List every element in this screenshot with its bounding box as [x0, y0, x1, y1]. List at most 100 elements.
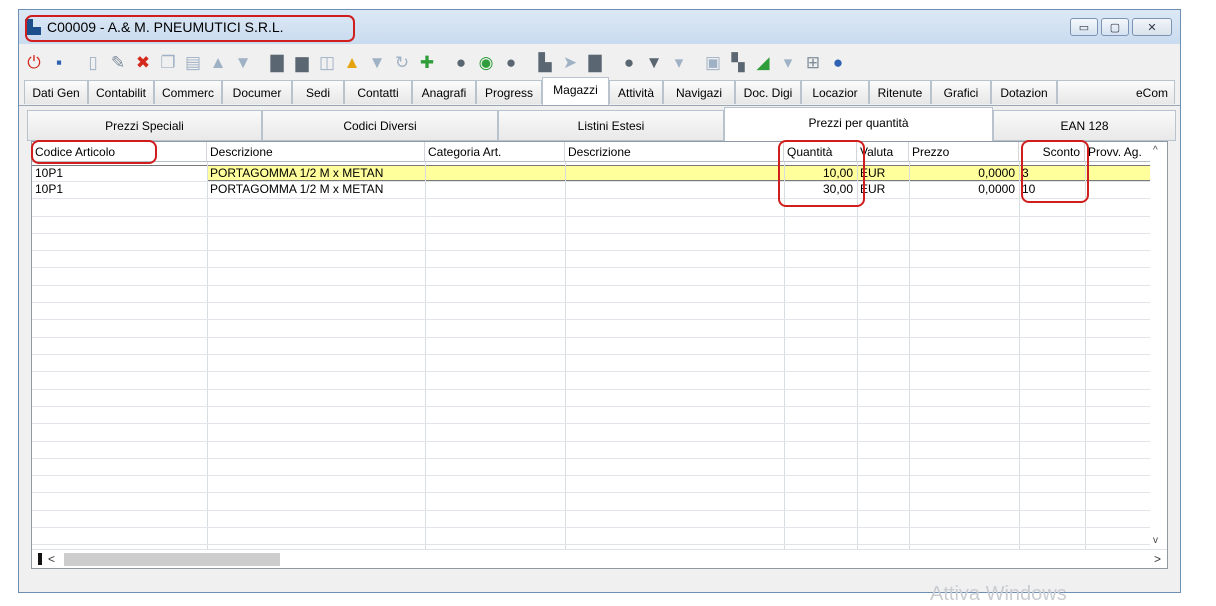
stack-icon[interactable]: ▇ [266, 51, 288, 73]
refresh-icon[interactable]: ↻ [391, 51, 413, 73]
column-header-descrizione[interactable]: Descrizione [207, 142, 425, 162]
tab-magazzino[interactable]: Magazzi [542, 77, 609, 105]
vertical-scrollbar[interactable]: ^ v [1150, 142, 1167, 550]
tab-commerciale[interactable]: Commerc [154, 80, 222, 104]
document-icon[interactable]: ▯ [82, 51, 104, 73]
arrow-down-icon[interactable]: ▼ [232, 51, 254, 73]
tab-doc-digitali[interactable]: Doc. Digi [735, 80, 801, 104]
column-header-provv-ag[interactable]: Provv. Ag. [1085, 142, 1155, 162]
cell-codice-articolo[interactable]: 10P1 [32, 166, 207, 182]
circle-icon[interactable]: ● [450, 51, 472, 73]
column-header-prezzo[interactable]: Prezzo [909, 142, 1019, 162]
tab-sedi[interactable]: Sedi [292, 80, 344, 104]
paste-icon[interactable]: ▤ [182, 51, 204, 73]
copy-icon[interactable]: ❐ [157, 51, 179, 73]
tab-ritenute[interactable]: Ritenute [869, 80, 931, 104]
horizontal-scrollbar[interactable]: < > [32, 549, 1167, 568]
edit-pencil-icon[interactable]: ✎ [107, 51, 129, 73]
cell-descrizione[interactable]: PORTAGOMMA 1/2 M x METAN [207, 182, 425, 198]
tab-ecom[interactable]: eCom [1057, 80, 1175, 104]
tab-prezzi-per-quantita[interactable]: Prezzi per quantità [724, 107, 993, 141]
tab-dati-gen[interactable]: Dati Gen [24, 80, 88, 104]
tab-dotazioni[interactable]: Dotazion [991, 80, 1057, 104]
tab-codici-diversi[interactable]: Codici Diversi [262, 110, 498, 141]
cell-codice-articolo[interactable]: 10P1 [32, 182, 207, 198]
delete-icon[interactable]: ✖ [132, 51, 154, 73]
save-icon[interactable]: ▪ [48, 51, 70, 73]
column-header-categoria-art[interactable]: Categoria Art. [425, 142, 565, 162]
price-quantity-table: Codice Articolo Descrizione Categoria Ar… [31, 141, 1168, 569]
scroll-right-icon[interactable]: > [1154, 552, 1161, 566]
cell-prezzo[interactable]: 0,0000 [909, 182, 1019, 198]
arrow-up-icon[interactable]: ▲ [207, 51, 229, 73]
network-icon[interactable]: ⊞ [802, 51, 824, 73]
cell-valuta[interactable]: EUR [857, 166, 909, 182]
cell-sconto[interactable]: 3 [1019, 166, 1085, 182]
column-header-quantita[interactable]: Quantità [784, 142, 857, 162]
tab-documenti[interactable]: Documer [222, 80, 292, 104]
row-divider [32, 267, 1162, 268]
row-divider [32, 302, 1162, 303]
circle-icon[interactable]: ● [500, 51, 522, 73]
tab-attivita[interactable]: Attività [609, 80, 663, 104]
window-controls: ▭ ▢ ✕ [1070, 18, 1172, 36]
warning-icon[interactable]: ▲ [341, 51, 363, 73]
filter-icon[interactable]: ▼ [366, 51, 388, 73]
circle-icon[interactable]: ● [618, 51, 640, 73]
tab-progressivi[interactable]: Progress [476, 80, 542, 104]
row-divider [32, 354, 1162, 355]
cell-provv-ag[interactable] [1085, 166, 1155, 182]
cell-categoria-art[interactable] [425, 166, 565, 182]
globe-icon[interactable]: ● [827, 51, 849, 73]
tab-locazioni[interactable]: Locazior [801, 80, 869, 104]
tools-icon[interactable]: ✚ [416, 51, 438, 73]
cell-valuta[interactable]: EUR [857, 182, 909, 198]
column-header-valuta[interactable]: Valuta [857, 142, 909, 162]
green-circle-icon[interactable]: ◉ [475, 51, 497, 73]
cell-descrizione[interactable]: PORTAGOMMA 1/2 M x METAN [207, 166, 425, 182]
tab-contabilita[interactable]: Contabilit [88, 80, 154, 104]
resize-handle-icon [38, 553, 42, 565]
cell-prezzo[interactable]: 0,0000 [909, 166, 1019, 182]
chart-icon[interactable]: ◢ [752, 51, 774, 73]
cell-quantita[interactable]: 30,00 [784, 182, 857, 198]
tab-listini-estesi[interactable]: Listini Estesi [498, 110, 724, 141]
scroll-up-icon[interactable]: ^ [1153, 145, 1158, 156]
table-row[interactable]: 10P1 PORTAGOMMA 1/2 M x METAN 10,00 EUR … [32, 165, 1162, 182]
tab-ean-128[interactable]: EAN 128 [993, 110, 1176, 141]
clipboard-icon[interactable]: ▣ [702, 51, 724, 73]
maximize-button[interactable]: ▢ [1101, 18, 1129, 36]
tab-prezzi-speciali[interactable]: Prezzi Speciali [27, 110, 262, 141]
tab-anagrafiche[interactable]: Anagrafi [412, 80, 476, 104]
tab-navigazione[interactable]: Navigazi [663, 80, 735, 104]
chevron-down-icon[interactable]: ▾ [777, 51, 799, 73]
print-icon[interactable]: ▆ [291, 51, 313, 73]
scroll-left-icon[interactable]: < [48, 552, 55, 566]
scrollbar-thumb[interactable] [64, 553, 280, 566]
forward-icon[interactable]: ➤ [559, 51, 581, 73]
power-icon[interactable]: ⏻ [23, 51, 45, 73]
scroll-down-icon[interactable]: v [1153, 535, 1158, 546]
cell-descrizione-categoria[interactable] [565, 166, 784, 182]
book-icon[interactable]: ▙ [534, 51, 556, 73]
column-header-descrizione-categoria[interactable]: Descrizione [565, 142, 784, 162]
cell-categoria-art[interactable] [425, 182, 565, 198]
cell-quantita[interactable]: 10,00 [784, 166, 857, 182]
minimize-button[interactable]: ▭ [1070, 18, 1098, 36]
column-divider [784, 162, 785, 568]
column-header-codice-articolo[interactable]: Codice Articolo [32, 142, 207, 162]
chevron-down-icon[interactable]: ▾ [668, 51, 690, 73]
table-row[interactable]: 10P1 PORTAGOMMA 1/2 M x METAN 30,00 EUR … [32, 182, 1162, 198]
stack-icon[interactable]: ▚ [727, 51, 749, 73]
filter-dropdown-icon[interactable]: ▼ [643, 51, 665, 73]
cell-provv-ag[interactable] [1085, 182, 1155, 198]
code-icon[interactable]: ◫ [316, 51, 338, 73]
bookmark-icon[interactable]: ▇ [584, 51, 606, 73]
tab-grafici[interactable]: Grafici [931, 80, 991, 104]
title-bar[interactable]: C00009 - A.& M. PNEUMUTICI S.R.L. ▭ ▢ ✕ [19, 10, 1180, 44]
close-button[interactable]: ✕ [1132, 18, 1172, 36]
tab-contatti[interactable]: Contatti [344, 80, 412, 104]
column-header-sconto[interactable]: Sconto [1019, 142, 1085, 162]
cell-descrizione-categoria[interactable] [565, 182, 784, 198]
cell-sconto[interactable]: 10 [1019, 182, 1085, 198]
